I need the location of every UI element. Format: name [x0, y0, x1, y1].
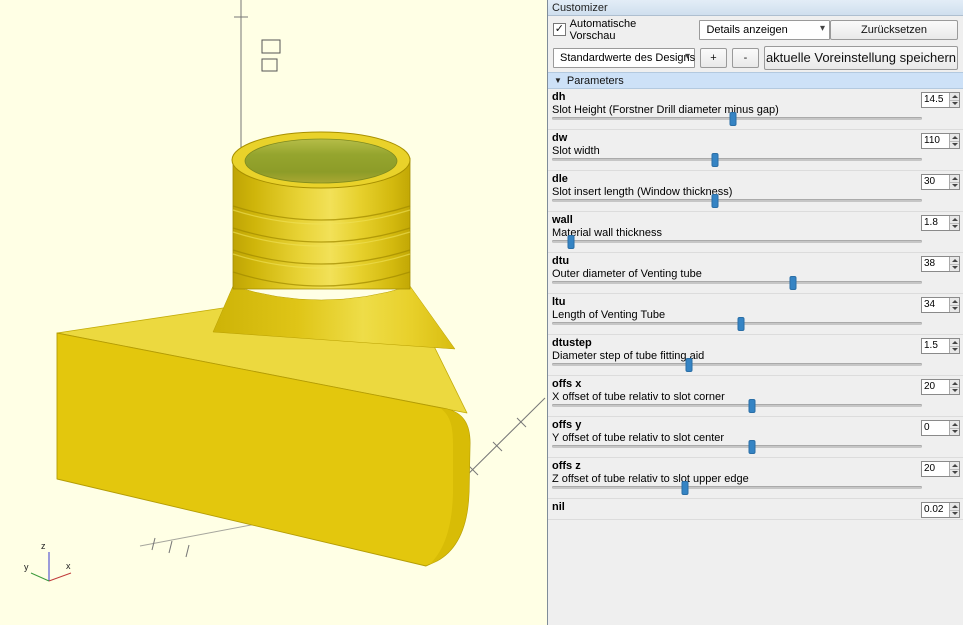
auto-preview-checkbox[interactable]: ✓ — [553, 23, 566, 36]
param-slider[interactable] — [552, 399, 922, 413]
add-preset-button[interactable]: + — [700, 48, 727, 68]
param-slider[interactable] — [552, 276, 922, 290]
customizer-toolbar-row2: Standardwerte des Designs ▾ + - aktuelle… — [548, 43, 963, 72]
param-slider[interactable] — [552, 194, 922, 208]
axis-indicator: z x y — [24, 541, 71, 581]
slider-handle[interactable] — [711, 153, 718, 167]
auto-preview-checkbox-group[interactable]: ✓ Automatische Vorschau — [553, 18, 681, 42]
vent-adapter-model: z x y — [0, 0, 548, 625]
slider-handle[interactable] — [748, 440, 755, 454]
spin-down-icon[interactable] — [950, 100, 959, 108]
details-dropdown[interactable]: Details anzeigen ▾ — [699, 20, 830, 40]
param-slider[interactable] — [552, 235, 922, 249]
param-name: dtustep — [552, 337, 959, 350]
spin-down-icon[interactable] — [950, 305, 959, 313]
param-name: offs z — [552, 460, 959, 473]
param-name: dw — [552, 132, 959, 145]
panel-title: Customizer — [552, 2, 608, 14]
param-row-dh: dh Slot Height (Forstner Drill diameter … — [548, 89, 963, 130]
parameters-section-header[interactable]: ▼ Parameters — [548, 72, 963, 89]
slider-handle[interactable] — [682, 481, 689, 495]
param-spinbox[interactable]: 30 — [921, 174, 960, 190]
param-spinbox[interactable]: 110 — [921, 133, 960, 149]
spin-down-icon[interactable] — [950, 223, 959, 231]
customizer-panel: Customizer ✓ Automatische Vorschau Detai… — [548, 0, 963, 625]
param-row-ltu: ltu Length of Venting Tube 34 — [548, 294, 963, 335]
param-spinbox[interactable]: 1.5 — [921, 338, 960, 354]
param-spinbox[interactable]: 20 — [921, 379, 960, 395]
slider-handle[interactable] — [730, 112, 737, 126]
3d-viewport[interactable]: z x y — [0, 0, 548, 625]
slider-handle[interactable] — [737, 317, 744, 331]
param-name: nil — [552, 501, 959, 514]
param-name: dh — [552, 91, 959, 104]
param-slider[interactable] — [552, 358, 922, 372]
slider-handle[interactable] — [685, 358, 692, 372]
customizer-titlebar: Customizer — [548, 0, 963, 16]
spin-down-icon[interactable] — [950, 387, 959, 395]
param-row-dtustep: dtustep Diameter step of tube fitting ai… — [548, 335, 963, 376]
auto-preview-label: Automatische Vorschau — [570, 18, 682, 42]
param-row-offs-y: offs y Y offset of tube relativ to slot … — [548, 417, 963, 458]
spin-down-icon[interactable] — [950, 346, 959, 354]
param-slider[interactable] — [552, 481, 922, 495]
checkmark-icon: ✓ — [555, 24, 564, 35]
param-name: dtu — [552, 255, 959, 268]
spin-down-icon[interactable] — [950, 141, 959, 149]
collapse-triangle-icon: ▼ — [554, 76, 562, 85]
param-name: offs x — [552, 378, 959, 391]
param-row-nil: nil 0.02 — [548, 499, 963, 520]
param-spinbox[interactable]: 14.5 — [921, 92, 960, 108]
slider-handle[interactable] — [789, 276, 796, 290]
param-row-dtu: dtu Outer diameter of Venting tube 38 — [548, 253, 963, 294]
param-spinbox[interactable]: 20 — [921, 461, 960, 477]
model-tube-inner — [245, 139, 397, 183]
param-spinbox[interactable]: 0 — [921, 420, 960, 436]
chevron-down-icon: ▾ — [820, 23, 825, 34]
param-name: ltu — [552, 296, 959, 309]
axis-label-x: x — [66, 561, 71, 571]
axis-label-y: y — [24, 562, 29, 572]
param-row-wall: wall Material wall thickness 1.8 — [548, 212, 963, 253]
spin-down-icon[interactable] — [950, 428, 959, 436]
param-row-offs-x: offs x X offset of tube relativ to slot … — [548, 376, 963, 417]
parameters-list: dh Slot Height (Forstner Drill diameter … — [548, 89, 963, 625]
axis-label-z: z — [41, 541, 46, 551]
parameters-section-label: Parameters — [567, 75, 624, 87]
spin-down-icon[interactable] — [950, 469, 959, 477]
param-row-dw: dw Slot width 110 — [548, 130, 963, 171]
param-row-dle: dle Slot insert length (Window thickness… — [548, 171, 963, 212]
param-slider[interactable] — [552, 317, 922, 331]
spin-down-icon[interactable] — [950, 510, 959, 518]
chevron-down-icon: ▾ — [685, 51, 690, 62]
reset-button[interactable]: Zurücksetzen — [830, 20, 958, 40]
save-preset-button[interactable]: aktuelle Voreinstellung speichern — [764, 46, 958, 70]
param-spinbox[interactable]: 38 — [921, 256, 960, 272]
param-name: wall — [552, 214, 959, 227]
spin-down-icon[interactable] — [950, 264, 959, 272]
param-spinbox[interactable]: 0.02 — [921, 502, 960, 518]
preset-dropdown[interactable]: Standardwerte des Designs ▾ — [553, 48, 695, 68]
slider-handle[interactable] — [567, 235, 574, 249]
param-spinbox[interactable]: 34 — [921, 297, 960, 313]
slider-handle[interactable] — [748, 399, 755, 413]
spin-down-icon[interactable] — [950, 182, 959, 190]
param-name: offs y — [552, 419, 959, 432]
param-slider[interactable] — [552, 153, 922, 167]
remove-preset-button[interactable]: - — [732, 48, 759, 68]
slider-handle[interactable] — [711, 194, 718, 208]
param-name: dle — [552, 173, 959, 186]
param-row-offs-z: offs z Z offset of tube relativ to slot … — [548, 458, 963, 499]
param-spinbox[interactable]: 1.8 — [921, 215, 960, 231]
param-slider[interactable] — [552, 440, 922, 454]
param-slider[interactable] — [552, 112, 922, 126]
customizer-toolbar-row1: ✓ Automatische Vorschau Details anzeigen… — [548, 16, 963, 43]
